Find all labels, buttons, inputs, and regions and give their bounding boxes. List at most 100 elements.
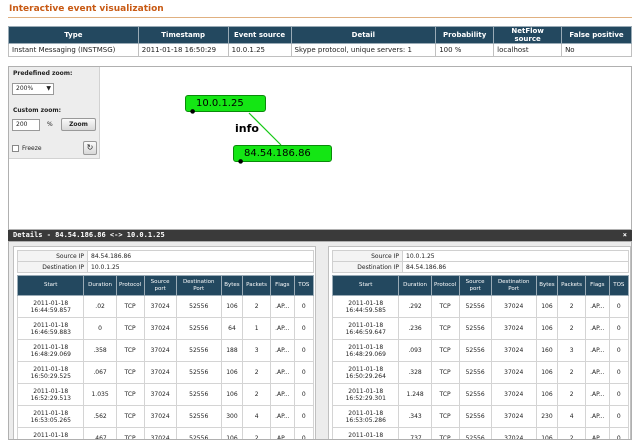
column-header-type[interactable]: Type <box>8 26 139 44</box>
column-header-probability[interactable]: Probability <box>435 26 495 44</box>
graph-node-host[interactable]: ● 10.0.1.25 <box>185 95 266 115</box>
table-row[interactable]: 2011-01-18 16:52:29.513 1.035 TCP 37024 5255… <box>16 383 315 406</box>
column-header-destination-port[interactable]: Destination Port <box>490 275 537 296</box>
column-header-start[interactable]: Start <box>16 275 85 296</box>
cell-packets: 1 <box>242 317 272 340</box>
table-row[interactable]: 2011-01-18 16:55:05.426.737TCP5255637024… <box>331 427 630 439</box>
cell-protocol: TCP <box>115 339 145 362</box>
cell-flags: .AP... <box>585 339 610 362</box>
flows-right-panel: Source IP 10.0.1.25 Destination IP 84.54… <box>328 246 631 439</box>
table-row[interactable]: 2011-01-18 16:46:59.883 0 TCP 37024 52556 64 1… <box>16 317 315 340</box>
cell-tos: 0 <box>293 405 315 428</box>
close-icon[interactable]: × <box>623 230 627 241</box>
cell-tos: 0 <box>293 361 315 384</box>
column-header-source-port[interactable]: Source port <box>143 275 177 296</box>
table-row[interactable]: 2011-01-18 16:50:29.525.067 TCP 37024 52556… <box>16 361 315 384</box>
column-header-protocol[interactable]: Protocol <box>115 275 145 296</box>
table-row[interactable]: 2011-01-18 16:46:59.647.236 TCP 52556 37024… <box>331 317 630 340</box>
cell-tos: 0 <box>293 427 315 439</box>
column-header-source-port[interactable]: Source port <box>458 275 492 296</box>
column-header-flags[interactable]: Flags <box>270 275 295 296</box>
cell-protocol: TCP <box>115 427 145 439</box>
column-header-false-positive[interactable]: False positive <box>561 26 632 44</box>
refresh-button[interactable]: ↻ <box>83 141 97 155</box>
column-header-tos[interactable]: TOS <box>293 275 315 296</box>
cell-start: 2011-01-18 16:44:59.585 <box>331 295 400 318</box>
cell-bytes: 160 <box>535 339 559 362</box>
cell-protocol: TCP <box>430 427 460 439</box>
cell-tos: 0 <box>293 383 315 406</box>
details-header: Details - 84.54.186.86 <-> 10.0.1.25 × <box>8 230 632 241</box>
table-row[interactable]: 2011-01-18 16:53:05.265.562 TCP 37024 52556… <box>16 405 315 428</box>
cell-bytes: 106 <box>535 427 559 439</box>
column-header-duration[interactable]: Duration <box>83 275 117 296</box>
zoom-button[interactable]: Zoom <box>61 118 96 131</box>
cell-start: 2011-01-18 16:52:29.301 <box>331 383 400 406</box>
destination-ip-label: Destination IP <box>17 261 88 273</box>
column-header-flags[interactable]: Flags <box>585 275 610 296</box>
column-header-netflow-source[interactable]: NetFlow source <box>493 26 563 44</box>
event-table-header: Type Timestamp Event source Detail Proba… <box>8 26 632 44</box>
event-type: Instant Messaging (INSTMSG) <box>8 43 139 57</box>
event-probability: 100 % <box>435 43 495 57</box>
visualization-panel[interactable]: ● 10.0.1.25 info ● 84.54.186.86 Predefined… <box>8 66 632 230</box>
custom-zoom-input[interactable]: 200 <box>12 119 40 131</box>
column-header-timestamp[interactable]: Timestamp <box>137 26 229 44</box>
cell-start: 2011-01-18 16:48:29.069 <box>16 339 85 362</box>
column-header-duration[interactable]: Duration <box>398 275 432 296</box>
table-row[interactable]: Instant Messaging (INSTMSG) 2011-01-18 1… <box>8 43 632 57</box>
cell-destination-port: 37024 <box>490 317 537 340</box>
column-header-packets[interactable]: Packets <box>557 275 587 296</box>
source-ip-value: 10.0.1.25 <box>402 250 629 262</box>
source-ip-label: Source IP <box>332 250 403 262</box>
cell-flags: .AP... <box>585 383 610 406</box>
cell-protocol: TCP <box>430 405 460 428</box>
node-marker: ● <box>238 158 244 165</box>
table-row[interactable]: 2011-01-18 16:44:59.585.292 TCP 52556 37024… <box>331 295 630 318</box>
column-header-bytes[interactable]: Bytes <box>220 275 244 296</box>
column-header-start[interactable]: Start <box>331 275 400 296</box>
column-header-packets[interactable]: Packets <box>242 275 272 296</box>
cell-protocol: TCP <box>115 295 145 318</box>
cell-protocol: TCP <box>115 361 145 384</box>
cell-source-port: 37024 <box>143 383 177 406</box>
cell-flags: .AP... <box>270 361 295 384</box>
ip-row: Destination IP 84.54.186.86 <box>332 261 629 273</box>
cell-bytes: 300 <box>220 405 244 428</box>
cell-duration: .737 <box>398 427 432 439</box>
table-row[interactable]: 2011-01-18 16:50:29.264.328 TCP 52556 37024… <box>331 361 630 384</box>
cell-flags: .AP... <box>585 361 610 384</box>
column-header-event-source[interactable]: Event source <box>227 26 292 44</box>
table-row[interactable]: 2011-01-18 16:44:59.857.02 TCP 37024 52556 1… <box>16 295 315 318</box>
cell-tos: 0 <box>608 405 630 428</box>
graph-node-remote[interactable]: ● 84.54.186.86 <box>233 145 332 165</box>
predefined-zoom-select[interactable]: 200% ▼ <box>12 83 54 95</box>
column-header-tos[interactable]: TOS <box>608 275 630 296</box>
cell-packets: 2 <box>242 361 272 384</box>
table-row[interactable]: 2011-01-18 16:55:05.706.467TCP3702452556… <box>16 427 315 439</box>
cell-destination-port: 52556 <box>175 405 222 428</box>
table-row[interactable]: 2011-01-18 16:53:05.286.343 TCP 52556 37024… <box>331 405 630 428</box>
column-header-destination-port[interactable]: Destination Port <box>175 275 222 296</box>
table-row[interactable]: 2011-01-18 16:52:29.301 1.248 TCP 52556 3702… <box>331 383 630 406</box>
cell-destination-port: 37024 <box>490 295 537 318</box>
cell-flags: .AP... <box>270 295 295 318</box>
cell-destination-port: 52556 <box>175 295 222 318</box>
cell-packets: 2 <box>242 383 272 406</box>
freeze-checkbox[interactable] <box>12 145 19 152</box>
column-header-protocol[interactable]: Protocol <box>430 275 460 296</box>
graph-canvas[interactable]: ● 10.0.1.25 info ● 84.54.186.86 <box>9 67 631 229</box>
cell-bytes: 230 <box>535 405 559 428</box>
cell-flags: .AP... <box>270 317 295 340</box>
cell-start: 2011-01-18 16:46:59.647 <box>331 317 400 340</box>
cell-duration: .343 <box>398 405 432 428</box>
cell-start: 2011-01-18 16:55:05.706 <box>16 427 85 439</box>
column-header-bytes[interactable]: Bytes <box>535 275 559 296</box>
table-row[interactable]: 2011-01-18 16:48:29.069.093 TCP 52556 37024… <box>331 339 630 362</box>
cell-tos: 0 <box>608 383 630 406</box>
table-row[interactable]: 2011-01-18 16:48:29.069.358 TCP 37024 52556… <box>16 339 315 362</box>
column-header-detail[interactable]: Detail <box>290 26 437 44</box>
cell-flags: .AP... <box>270 427 295 439</box>
cell-source-port: 52556 <box>458 427 492 439</box>
cell-bytes: 106 <box>535 295 559 318</box>
